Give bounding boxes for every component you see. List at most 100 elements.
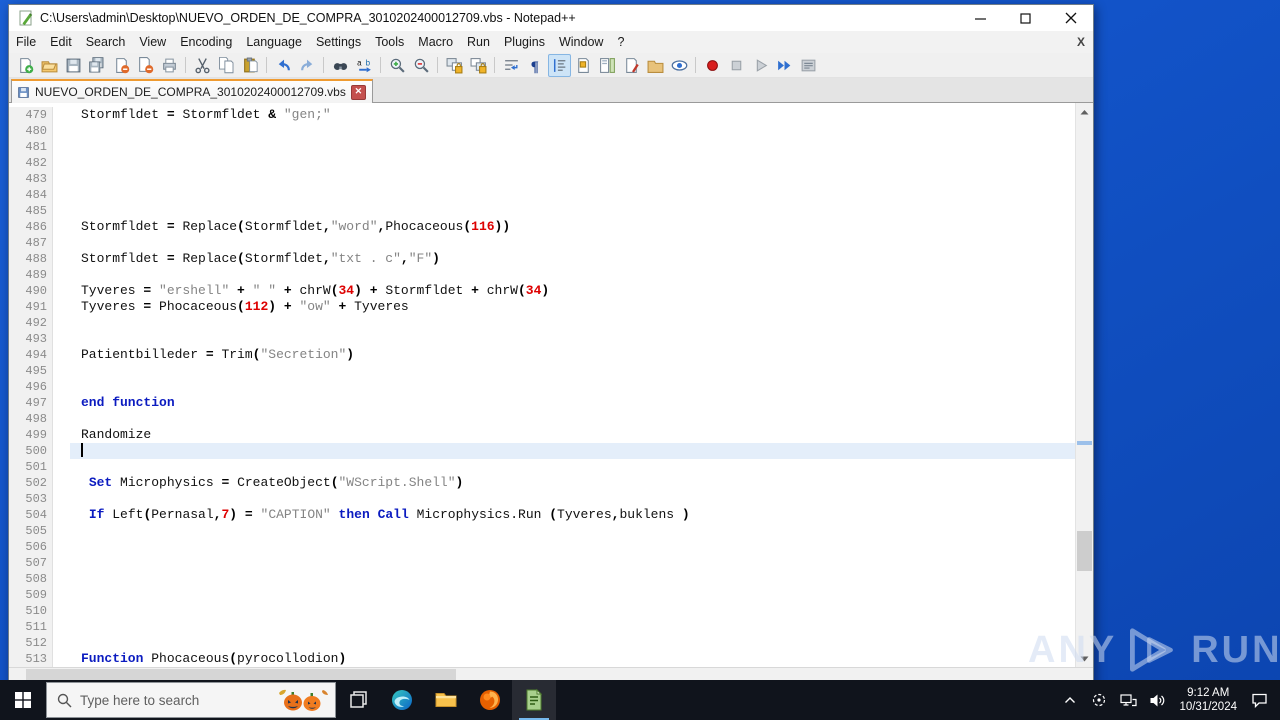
code-editor[interactable]: 479 Stormfldet = Stormfldet & "gen;" 480 48… bbox=[9, 103, 1093, 667]
maximize-button[interactable] bbox=[1003, 5, 1048, 31]
paste-icon[interactable] bbox=[239, 54, 262, 77]
tray-chevron-icon[interactable] bbox=[1059, 685, 1081, 715]
indent-guide-icon[interactable] bbox=[547, 53, 571, 77]
scroll-down-arrow[interactable] bbox=[1076, 650, 1093, 667]
sync-vertical-scroll-icon[interactable] bbox=[443, 54, 466, 77]
code-text: Function Phocaceous(pyrocollodion) bbox=[81, 651, 347, 666]
open-file-icon[interactable] bbox=[38, 54, 61, 77]
folder-workspace-icon[interactable] bbox=[644, 54, 667, 77]
code-line-504: 504 If Left(Pernasal,7) = "CAPTION" then… bbox=[9, 507, 1076, 523]
zoom-out-icon[interactable] bbox=[410, 54, 433, 77]
action-center-icon[interactable] bbox=[1248, 685, 1270, 715]
copy-icon[interactable] bbox=[215, 54, 238, 77]
tray-app-circle-icon[interactable] bbox=[1088, 685, 1110, 715]
sync-horizontal-scroll-icon[interactable] bbox=[467, 54, 490, 77]
notepad-plus-plus-window: C:\Users\admin\Desktop\NUEVO_ORDEN_DE_CO… bbox=[8, 4, 1094, 698]
menu-item-language[interactable]: Language bbox=[239, 32, 309, 52]
taskbar-app-firefox[interactable] bbox=[468, 680, 512, 720]
menu-item-file[interactable]: File bbox=[9, 32, 43, 52]
taskbar-app-microsoft-edge[interactable] bbox=[380, 680, 424, 720]
replace-icon[interactable]: ab bbox=[353, 54, 376, 77]
redo-icon[interactable] bbox=[296, 54, 319, 77]
menu-item-window[interactable]: Window bbox=[552, 32, 610, 52]
scrollbar-thumb[interactable] bbox=[1077, 531, 1092, 571]
code-line-480: 480 bbox=[9, 123, 1076, 139]
macro-record-icon[interactable] bbox=[701, 54, 724, 77]
title-bar[interactable]: C:\Users\admin\Desktop\NUEVO_ORDEN_DE_CO… bbox=[9, 5, 1093, 31]
vertical-scrollbar[interactable] bbox=[1075, 103, 1093, 667]
menu-item-search[interactable]: Search bbox=[79, 32, 133, 52]
hscrollbar-thumb[interactable] bbox=[26, 669, 456, 680]
zoom-in-icon[interactable] bbox=[386, 54, 409, 77]
line-number: 497 bbox=[9, 395, 53, 411]
menu-item-view[interactable]: View bbox=[132, 32, 173, 52]
network-icon[interactable] bbox=[1117, 685, 1139, 715]
new-file-icon[interactable] bbox=[14, 54, 37, 77]
minimize-button[interactable] bbox=[958, 5, 1003, 31]
fold-margin bbox=[53, 571, 70, 587]
line-number: 504 bbox=[9, 507, 53, 523]
menu-item-tools[interactable]: Tools bbox=[368, 32, 411, 52]
start-button[interactable] bbox=[0, 680, 46, 720]
function-list-icon[interactable] bbox=[572, 54, 595, 77]
save-icon[interactable] bbox=[62, 54, 85, 77]
code-line-495: 495 bbox=[9, 363, 1076, 379]
line-number: 501 bbox=[9, 459, 53, 475]
menu-item-edit[interactable]: Edit bbox=[43, 32, 79, 52]
taskbar-clock[interactable]: 9:12 AM 10/31/2024 bbox=[1175, 686, 1241, 714]
line-number: 491 bbox=[9, 299, 53, 315]
code-line-489: 489 bbox=[9, 267, 1076, 283]
tab-close-icon[interactable]: ✕ bbox=[350, 84, 366, 100]
monitoring-icon[interactable] bbox=[668, 54, 691, 77]
search-input[interactable]: Type here to search bbox=[46, 682, 336, 718]
save-all-icon[interactable] bbox=[86, 54, 109, 77]
macro-play-icon[interactable] bbox=[749, 54, 772, 77]
fold-margin bbox=[53, 267, 70, 283]
volume-icon[interactable] bbox=[1146, 685, 1168, 715]
show-all-chars-icon[interactable]: ¶ bbox=[524, 54, 547, 77]
code-text: end function bbox=[81, 395, 175, 410]
menu-item-run[interactable]: Run bbox=[460, 32, 497, 52]
macro-save-icon[interactable] bbox=[797, 54, 820, 77]
search-placeholder: Type here to search bbox=[80, 692, 200, 708]
print-icon[interactable] bbox=[158, 54, 181, 77]
fold-margin bbox=[53, 107, 70, 123]
menu-item-plugins[interactable]: Plugins bbox=[497, 32, 552, 52]
macro-stop-icon[interactable] bbox=[725, 54, 748, 77]
scroll-up-arrow[interactable] bbox=[1076, 103, 1093, 120]
doc-map-icon[interactable] bbox=[596, 54, 619, 77]
doc-switcher-icon[interactable] bbox=[620, 54, 643, 77]
close-document-x[interactable]: X bbox=[1077, 35, 1085, 49]
taskbar-app-file-explorer[interactable] bbox=[424, 680, 468, 720]
macro-run-multiple-icon[interactable] bbox=[773, 54, 796, 77]
menu-item-encoding[interactable]: Encoding bbox=[173, 32, 239, 52]
taskbar-app-notepad-plus-plus[interactable] bbox=[512, 680, 556, 720]
code-line-483: 483 bbox=[9, 171, 1076, 187]
svg-text:¶: ¶ bbox=[530, 58, 538, 73]
cut-icon[interactable] bbox=[191, 54, 214, 77]
taskbar: Type here to search 9:12 AM 10/31/2024 bbox=[0, 680, 1280, 720]
find-icon[interactable] bbox=[329, 54, 352, 77]
menu-item-macro[interactable]: Macro bbox=[411, 32, 460, 52]
menu-item-settings[interactable]: Settings bbox=[309, 32, 368, 52]
taskbar-app-task-view[interactable] bbox=[336, 680, 380, 720]
fold-margin bbox=[53, 411, 70, 427]
close-file-icon[interactable] bbox=[110, 54, 133, 77]
close-all-icon[interactable] bbox=[134, 54, 157, 77]
word-wrap-icon[interactable] bbox=[500, 54, 523, 77]
code-line-505: 505 bbox=[9, 523, 1076, 539]
document-tab[interactable]: NUEVO_ORDEN_DE_COMPRA_3010202400012709.v… bbox=[11, 79, 373, 103]
toolbar-separator bbox=[380, 57, 381, 73]
code-line-482: 482 bbox=[9, 155, 1076, 171]
close-button[interactable] bbox=[1048, 5, 1093, 31]
undo-icon[interactable] bbox=[272, 54, 295, 77]
menu-item-help[interactable]: ? bbox=[610, 32, 631, 52]
code-line-502: 502 Set Microphysics = CreateObject("WSc… bbox=[9, 475, 1076, 491]
horizontal-scrollbar[interactable] bbox=[9, 667, 1093, 681]
